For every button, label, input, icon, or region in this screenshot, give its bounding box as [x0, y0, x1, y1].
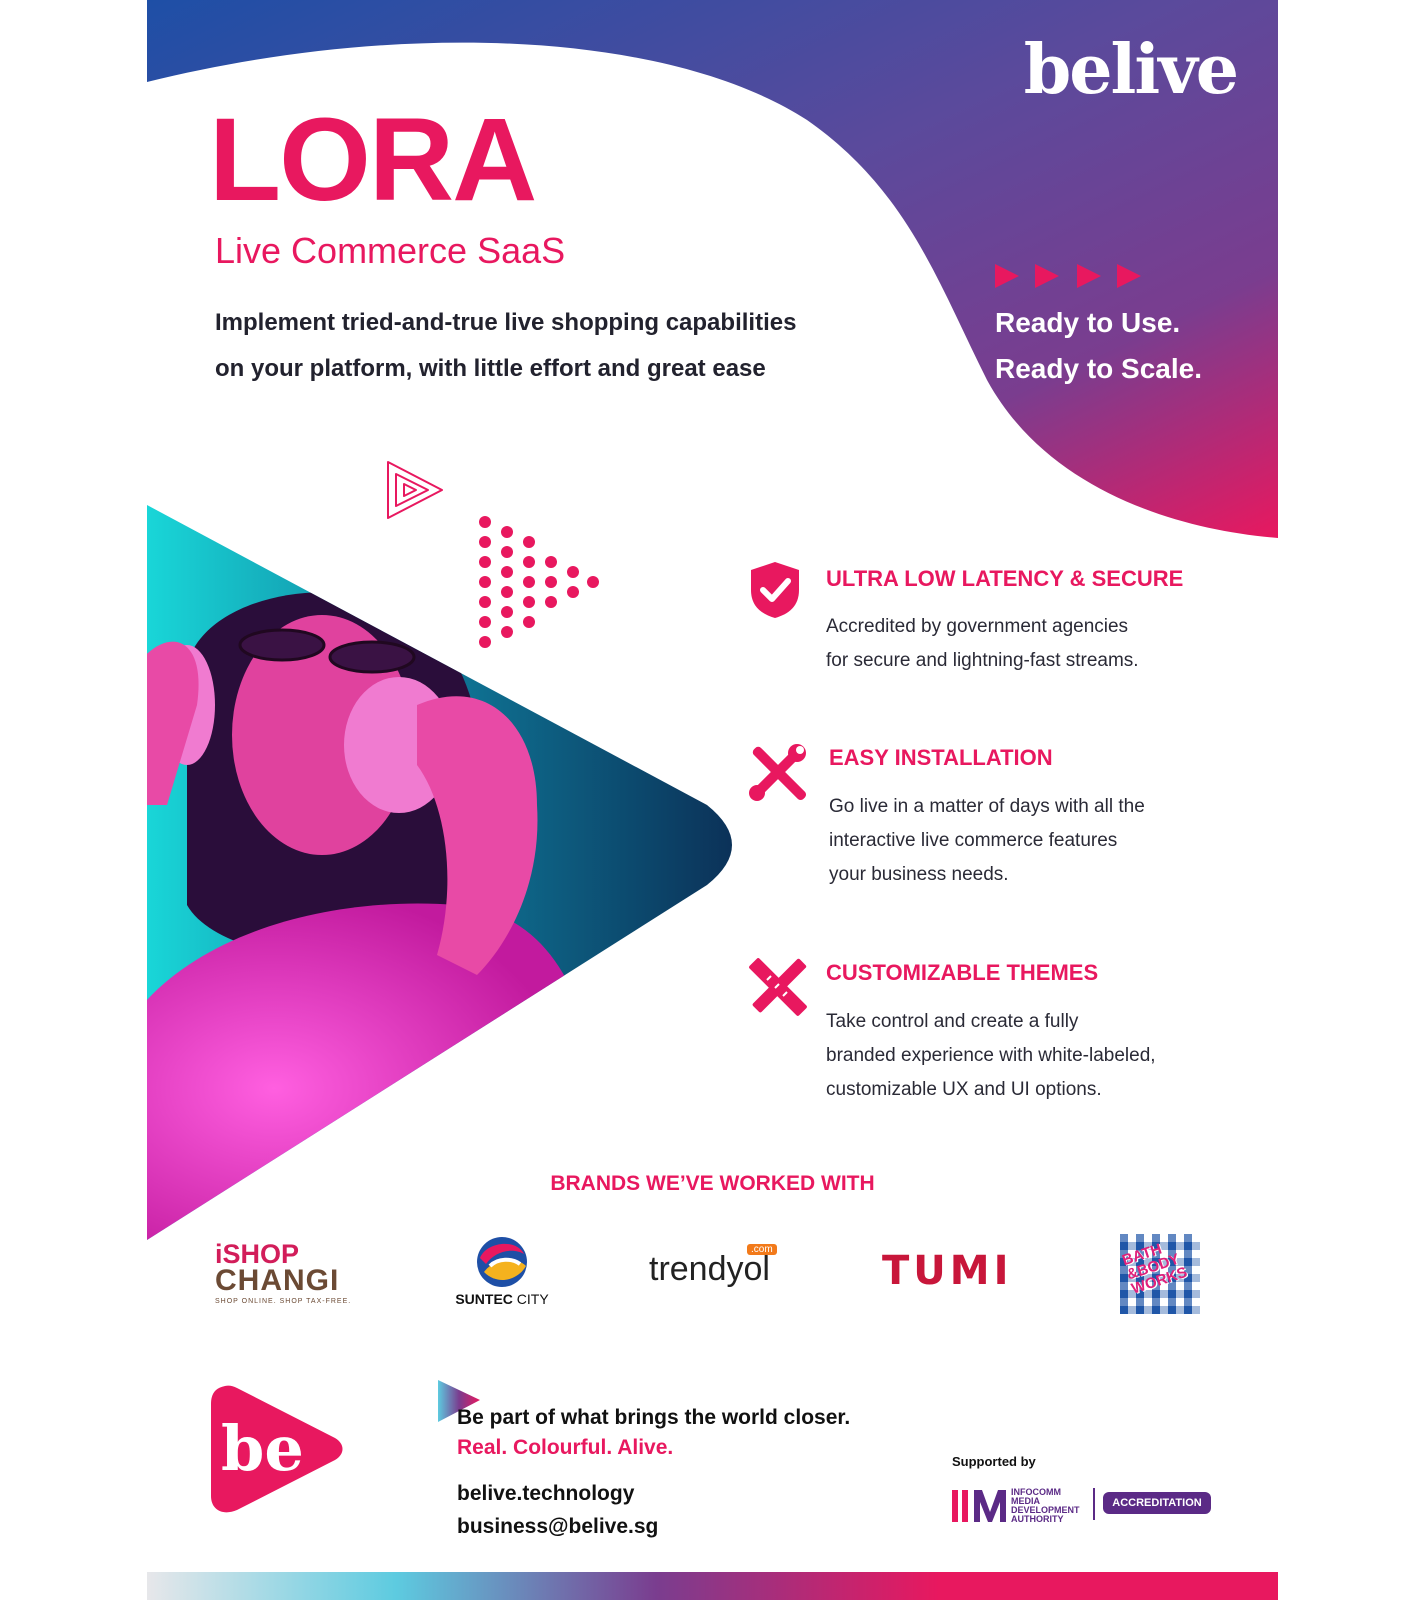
supported-by-label: Supported by [952, 1454, 1036, 1469]
tagline: Ready to Use. Ready to Scale. [995, 300, 1255, 392]
imda-name: INFOCOMM MEDIA DEVELOPMENT AUTHORITY [1011, 1488, 1080, 1524]
intro-line: on your platform, with little effort and… [215, 355, 766, 382]
tagline-line: Ready to Use. [995, 307, 1181, 338]
footer-slogan: Real. Colourful. Alive. [457, 1436, 674, 1459]
changi-logo-line: CHANGI [215, 1264, 340, 1297]
footer-email[interactable]: business@belive.sg [457, 1515, 658, 1539]
trendyol-wordmark: trendyol [649, 1250, 770, 1288]
product-title: LORA [209, 94, 537, 226]
shield-check-icon [751, 562, 799, 618]
tumi-logo: TUMI [882, 1248, 1013, 1294]
suntec-word: SUNTEC [455, 1291, 513, 1307]
feature-desc-line: for secure and lightning-fast streams. [826, 650, 1139, 671]
feature-desc-line: Go live in a matter of days with all the [829, 796, 1145, 817]
feature-desc-line: interactive live commerce features [829, 830, 1118, 851]
intro-text: Implement tried-and-true live shopping c… [215, 300, 895, 392]
suntec-globe-icon [477, 1237, 527, 1287]
feature-desc-line: customizable UX and UI options. [826, 1079, 1102, 1100]
belive-logo: belive [1023, 30, 1239, 110]
be-play-logo: be [211, 1385, 343, 1513]
imda-line: AUTHORITY [1011, 1514, 1064, 1524]
imda-mark-icon [952, 1490, 1006, 1522]
feature-desc-line: Take control and create a fully [826, 1011, 1079, 1032]
brands-heading: BRANDS WE’VE WORKED WITH [550, 1172, 875, 1195]
ishop-changi-logo: iSHOP CHANGI SHOP ONLINE. SHOP TAX-FREE. [215, 1239, 360, 1306]
ruler-pencil-icon [749, 958, 807, 1016]
bath-body-works-logo: BATH &BODY WORKS [1120, 1234, 1200, 1314]
accreditation-badge: ACCREDITATION [1103, 1492, 1211, 1514]
feature-description: Accredited by government agencies for se… [826, 610, 1216, 678]
trendyol-logo: .com trendyol [649, 1244, 799, 1289]
feature-title: EASY INSTALLATION [829, 745, 1053, 770]
intro-line: Implement tried-and-true live shopping c… [215, 309, 797, 336]
feature-description: Take control and create a fully branded … [826, 1005, 1216, 1107]
tagline-line: Ready to Scale. [995, 353, 1202, 384]
footer-website[interactable]: belive.technology [457, 1482, 634, 1506]
hero-photo-triangle [147, 505, 732, 1240]
city-word: CITY [516, 1291, 549, 1307]
feature-desc-line: Accredited by government agencies [826, 616, 1129, 637]
feature-desc-line: branded experience with white-labeled, [826, 1045, 1156, 1066]
suntec-city-logo: SUNTEC CITY [447, 1236, 557, 1307]
feature-title: ULTRA LOW LATENCY & SECURE [826, 566, 1184, 591]
feature-description: Go live in a matter of days with all the… [829, 790, 1219, 892]
product-subtitle: Live Commerce SaaS [215, 230, 566, 271]
footer-mission: Be part of what brings the world closer. [457, 1406, 851, 1429]
be-logo-text: be [221, 1412, 304, 1485]
imda-divider [1093, 1488, 1095, 1520]
bottom-gradient-bar [147, 1572, 1278, 1600]
feature-title: CUSTOMIZABLE THEMES [826, 960, 1099, 985]
tools-icon [749, 744, 807, 801]
trendyol-com-badge: .com [747, 1244, 777, 1255]
ishop-logo-line: iSHOP [215, 1239, 300, 1269]
flyer-page: belive LORA Live Commerce SaaS Implement… [147, 0, 1278, 1600]
play-arrows-icon [995, 264, 1141, 288]
feature-desc-line: your business needs. [829, 864, 1009, 885]
ishop-tagline: SHOP ONLINE. SHOP TAX-FREE. [215, 1298, 352, 1305]
